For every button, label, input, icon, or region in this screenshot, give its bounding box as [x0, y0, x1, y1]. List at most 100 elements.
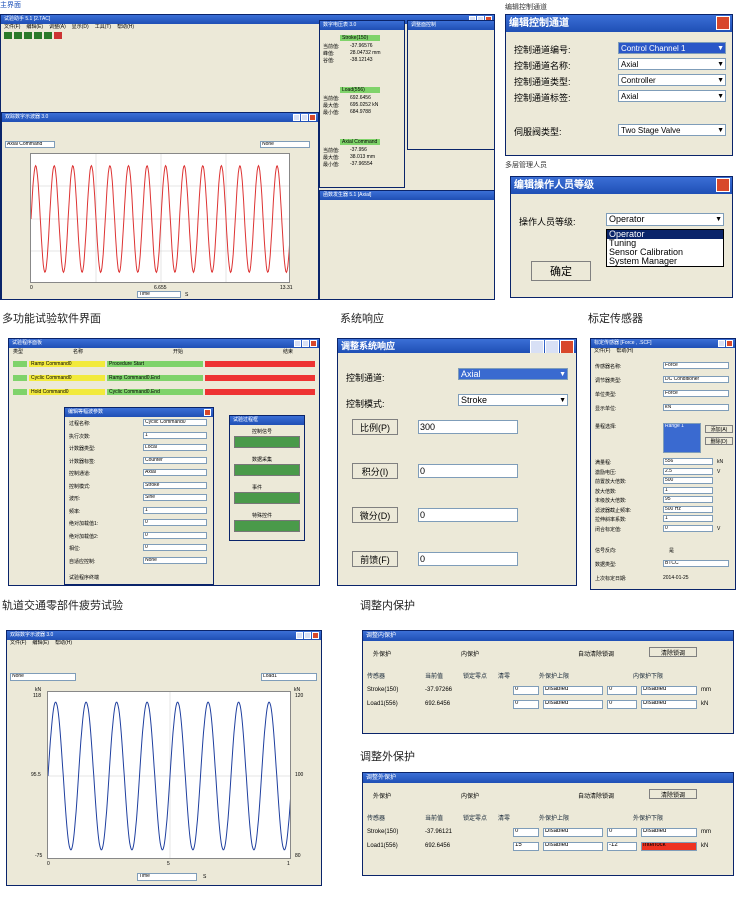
zero-value[interactable]: 0 [513, 700, 539, 709]
delete-button[interactable]: 删除(D) [705, 437, 733, 445]
sign-value[interactable]: 是 [669, 547, 674, 554]
gain-value[interactable]: 0 [418, 464, 518, 478]
format-value[interactable]: BTCC [663, 560, 729, 567]
channel-row-field[interactable]: Axial [618, 58, 726, 70]
close-button[interactable] [716, 178, 730, 192]
lower-select[interactable]: Interlock [641, 842, 697, 851]
lower-value[interactable]: 0 [607, 700, 637, 709]
toolbar-icon[interactable] [14, 32, 22, 39]
menu-edit[interactable]: 编辑(E) [32, 640, 49, 647]
menu-help[interactable]: 帮助(H) [117, 24, 134, 31]
menu-file[interactable]: 文件(F) [4, 24, 20, 31]
zero-value[interactable]: 15 [513, 842, 539, 851]
menu-adjust[interactable]: 调整(A) [49, 24, 66, 31]
ok-button[interactable]: 确定 [531, 261, 591, 281]
process-group-icons[interactable] [234, 520, 300, 532]
range-list[interactable]: Range 1 [663, 423, 701, 453]
gain-button[interactable]: 比例(P) [352, 419, 398, 435]
process-group-icons[interactable] [234, 464, 300, 476]
menu-help[interactable]: 帮助(H) [616, 348, 633, 355]
lower-select[interactable]: Disabled [641, 700, 697, 709]
scope-left-select[interactable]: Axial Command [5, 141, 55, 148]
scope-right-select[interactable]: None [260, 141, 310, 148]
field-value[interactable]: Stroke [143, 481, 207, 489]
field-value[interactable]: 0 [143, 544, 207, 551]
field-value[interactable]: 1 [143, 431, 207, 439]
radio-outer[interactable]: 外保护 [373, 649, 391, 658]
lower-select[interactable]: Disabled [641, 686, 697, 695]
upper-select[interactable]: Disabled [543, 842, 603, 851]
field-value[interactable]: None [143, 556, 207, 564]
field-value[interactable]: 0 [143, 531, 207, 539]
field-value[interactable]: Counter [143, 456, 207, 464]
field-value[interactable]: 1 [143, 506, 207, 514]
channel-row-field[interactable]: Two Stage Valve [618, 124, 726, 136]
gain-button[interactable]: 微分(D) [352, 507, 398, 523]
radio-inner[interactable]: 内保护 [461, 791, 479, 800]
process-group-icons[interactable] [234, 436, 300, 448]
toolbar-icon[interactable] [34, 32, 42, 39]
row-name[interactable]: Hold Command0 [29, 389, 105, 395]
zero-value[interactable]: 0 [513, 686, 539, 695]
menu-edit[interactable]: 编辑(E) [26, 24, 43, 31]
row-name[interactable]: Ramp Command0 [29, 361, 105, 367]
auto-clear-checkbox[interactable]: 自动清除锁调 [578, 791, 614, 800]
auto-clear-checkbox[interactable]: 自动清除锁调 [578, 649, 614, 658]
response-channel-select[interactable]: Axial [458, 368, 568, 380]
upper-select[interactable]: Disabled [543, 686, 603, 695]
field-value[interactable]: Sine [143, 494, 207, 501]
scope2-left-select[interactable]: None [10, 673, 76, 681]
upper-select[interactable]: Disabled [543, 700, 603, 709]
gain-value[interactable]: 0 [418, 552, 518, 566]
lower-value[interactable]: 0 [607, 828, 637, 837]
clear-lock-button[interactable]: 清除锁调 [649, 789, 697, 799]
operator-level-select[interactable]: Operator [606, 213, 724, 226]
toolbar-icon[interactable] [24, 32, 32, 39]
channel-row-field[interactable]: Control Channel 1 [618, 42, 726, 54]
menu-tools[interactable]: 工具(T) [95, 24, 111, 31]
gain-button[interactable]: 积分(I) [352, 463, 398, 479]
cal-value[interactable]: 0 [663, 524, 713, 532]
channel-row-field[interactable]: Axial [618, 90, 726, 102]
field-value[interactable]: Axial [143, 469, 207, 476]
cal-value[interactable]: 2.5 [663, 467, 713, 475]
cal-value[interactable]: 95 [663, 496, 713, 503]
process-group-icons[interactable] [234, 492, 300, 504]
close-button[interactable] [716, 16, 730, 30]
cal-value[interactable]: 1 [663, 486, 713, 494]
add-button[interactable]: 添加(A) [705, 425, 733, 433]
stop-icon[interactable] [54, 32, 62, 39]
radio-inner[interactable]: 内保护 [461, 649, 479, 658]
gain-button[interactable]: 前馈(F) [352, 551, 398, 567]
cal-value[interactable]: kN [663, 404, 729, 411]
scope-time-select[interactable]: Time [137, 291, 181, 298]
cal-value[interactable]: 1 [663, 515, 713, 522]
channel-row-field[interactable]: Controller [618, 74, 726, 86]
cal-value[interactable]: 500 Hz [663, 505, 713, 513]
cal-value[interactable]: 500 [663, 477, 713, 484]
zero-value[interactable]: 0 [513, 828, 539, 837]
toolbar-icon[interactable] [4, 32, 12, 39]
row-name[interactable]: Cyclic Command0 [29, 375, 105, 381]
response-mode-select[interactable]: Stroke [458, 394, 568, 406]
scope2-right-select[interactable]: Load1 [261, 673, 317, 681]
gain-value[interactable]: 300 [418, 420, 518, 434]
cal-value[interactable]: Force [663, 362, 729, 369]
lower-value[interactable]: 0 [607, 686, 637, 695]
operator-option[interactable]: System Manager [607, 257, 723, 266]
gain-value[interactable]: 0 [418, 508, 518, 522]
scope2-time-select[interactable]: Time [137, 873, 197, 881]
upper-select[interactable]: Disabled [543, 828, 603, 837]
radio-outer[interactable]: 外保护 [373, 791, 391, 800]
lower-select[interactable]: Disabled [641, 828, 697, 837]
cal-value[interactable]: Force [663, 390, 729, 397]
toolbar-icon[interactable] [44, 32, 52, 39]
field-value[interactable]: 0 [143, 519, 207, 526]
lower-value[interactable]: -12 [607, 842, 637, 851]
cal-value[interactable]: DC Conditioner [663, 376, 729, 383]
menu-file[interactable]: 文件(F) [594, 348, 610, 355]
menu-display[interactable]: 显示(D) [72, 24, 89, 31]
field-value[interactable]: Local [143, 444, 207, 451]
menu-help[interactable]: 帮助(H) [55, 640, 72, 647]
cal-value[interactable]: 556 [663, 458, 713, 465]
